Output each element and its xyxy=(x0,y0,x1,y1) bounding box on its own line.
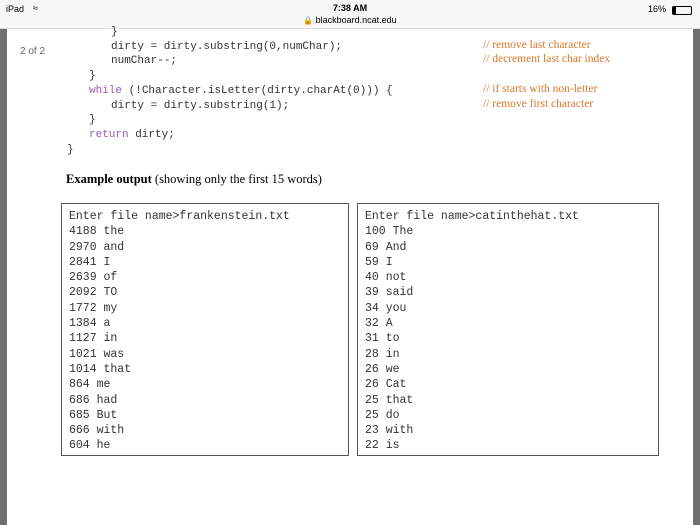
code-text: numChar--; xyxy=(111,55,178,68)
output-box-catinthehat: Enter file name>catinthehat.txt 100 The 69… xyxy=(357,203,659,456)
code-text: } xyxy=(89,114,96,127)
code-line: dirty = dirty.substring(0,numChar); xyxy=(111,40,342,54)
example-heading-bold: Example output xyxy=(66,172,152,186)
url[interactable]: blackboard.ncat.edu xyxy=(316,15,397,25)
code-comment: // remove first character xyxy=(483,97,594,110)
output-line: 69 And xyxy=(365,240,407,254)
output-line: 1014 that xyxy=(69,362,132,376)
code-text: } xyxy=(111,26,118,38)
code-line: while (!Character.isLetter(dirty.charAt(… xyxy=(89,84,393,98)
output-line: 1772 my xyxy=(69,301,118,315)
output-line: 26 Cat xyxy=(365,378,407,392)
output-line: 59 I xyxy=(365,255,393,269)
battery-icon xyxy=(672,6,692,15)
output-line: 1021 was xyxy=(69,347,125,361)
output-line: 666 with xyxy=(69,424,125,438)
code-comment: // if starts with non-letter xyxy=(483,82,598,95)
status-bar: iPad ≈ 7:38 AM 🔒 blackboard.ncat.edu 16% xyxy=(0,0,700,29)
output-line: 100 The xyxy=(365,225,414,239)
output-box-frankenstein: Enter file name>frankenstein.txt 4188 the… xyxy=(61,203,349,456)
output-line: 2092 TO xyxy=(69,286,118,300)
code-keyword: return xyxy=(89,128,129,141)
output-line: 25 that xyxy=(365,393,414,407)
output-line: 31 to xyxy=(365,332,400,346)
output-line: 40 not xyxy=(365,271,407,285)
output-line: 22 is xyxy=(365,439,400,453)
output-prompt: Enter file name>catinthehat.txt xyxy=(365,210,579,223)
code-text: } xyxy=(67,143,74,156)
output-line: 1384 a xyxy=(69,317,111,331)
code-text: dirty = dirty.substring(1); xyxy=(111,99,290,112)
output-line: 4188 the xyxy=(69,225,125,239)
output-line: 26 we xyxy=(365,362,400,376)
output-line: 34 you xyxy=(365,301,407,315)
output-line: 28 in xyxy=(365,347,400,361)
output-line: 864 me xyxy=(69,378,111,392)
code-keyword: while xyxy=(89,84,123,97)
output-line: 604 he xyxy=(69,439,111,453)
output-line: 23 with xyxy=(365,424,414,438)
code-line: } xyxy=(89,69,96,83)
output-line: 685 But xyxy=(69,408,118,422)
code-text: (!Character.isLetter(dirty.charAt(0))) { xyxy=(122,84,393,97)
output-line: 32 A xyxy=(365,317,393,331)
output-line: 39 said xyxy=(365,286,414,300)
code-line: return dirty; xyxy=(89,128,175,142)
output-line: 2970 and xyxy=(69,240,125,254)
page-indicator: 2 of 2 xyxy=(20,46,46,57)
code-text: dirty; xyxy=(128,128,175,141)
code-line: numChar--; xyxy=(111,54,177,68)
output-line: 2841 I xyxy=(69,255,111,269)
code-line: } xyxy=(67,143,74,157)
output-line: 2639 of xyxy=(69,271,118,285)
code-text: dirty = dirty.substring(0,numChar); xyxy=(111,40,343,53)
code-line: } xyxy=(111,25,118,39)
example-heading-rest: (showing only the first 15 words) xyxy=(151,172,322,186)
battery-percent: 16% xyxy=(648,4,667,14)
output-line: 686 had xyxy=(69,393,118,407)
example-heading: Example output (showing only the first 1… xyxy=(66,172,322,187)
code-comment: // decrement last char index xyxy=(483,53,611,66)
clock: 7:38 AM xyxy=(332,3,368,13)
output-line: 25 do xyxy=(365,408,400,422)
url-label[interactable]: 🔒 blackboard.ncat.edu xyxy=(0,15,700,25)
output-prompt: Enter file name>frankenstein.txt xyxy=(69,210,290,223)
output-line: 1127 in xyxy=(69,332,118,346)
code-line: } xyxy=(89,113,96,127)
code-text: } xyxy=(89,70,96,83)
code-comment: // remove last character xyxy=(483,38,591,51)
code-line: dirty = dirty.substring(1); xyxy=(111,99,289,113)
